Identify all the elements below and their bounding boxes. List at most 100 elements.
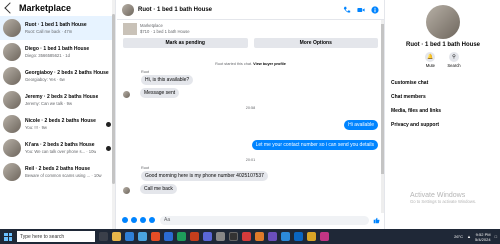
listing-thumbnail [3, 163, 21, 181]
conversation-preview: You: !!! · 9w [25, 124, 47, 130]
app-icon[interactable] [242, 232, 251, 241]
teams-icon[interactable] [203, 232, 212, 241]
conversation-name: Nicole · 2 beds 2 baths House [25, 117, 96, 124]
taskbar: Type here to search 26°C ▲ 9:52 PM 5/4/2… [0, 229, 500, 244]
left-header: Marketplace [0, 0, 115, 16]
watermark-subtitle: Go to Settings to activate Windows. [410, 199, 477, 204]
task-view-icon[interactable] [99, 232, 108, 241]
search-button[interactable]: ⚲ Search [447, 52, 461, 68]
message-input[interactable]: Aa [160, 215, 369, 225]
chat-members-item[interactable]: Chat members [386, 90, 500, 104]
listing-thumbnail [3, 115, 21, 133]
video-icon[interactable] [357, 6, 365, 14]
chrome-icon[interactable] [151, 232, 160, 241]
conversation-item[interactable]: Georgiaboy · 2 beds 2 baths House Georgi… [0, 64, 115, 88]
app-icon[interactable] [320, 232, 329, 241]
conversation-item[interactable]: Reil · 2 beds 2 baths House Beware of co… [0, 160, 115, 184]
app-icon[interactable] [281, 232, 290, 241]
details-title: Ruot · 1 bed 1 bath House [405, 42, 480, 48]
info-icon[interactable] [371, 5, 379, 14]
incoming-message: Message sent [140, 88, 180, 98]
conversation-item[interactable]: Ki'ara · 2 beds 2 baths House You: We ca… [0, 136, 115, 160]
more-options-button[interactable]: More Options [253, 38, 378, 48]
conversation-name: Ruot · 1 bed 1 bath House [25, 21, 87, 28]
chat-started-text: Ruot started this chat. [215, 62, 253, 66]
app-icon[interactable] [268, 232, 277, 241]
conversation-preview: Ruot: Call me back · 47m [25, 28, 73, 34]
search-label: Search [447, 63, 461, 68]
search-icon: ⚲ [449, 52, 459, 62]
outgoing-message: Let me your contact number so i can send… [251, 140, 378, 150]
app-icon[interactable] [229, 232, 238, 241]
conversation-item[interactable]: Ruot · 1 bed 1 bath House Ruot: Call me … [0, 16, 115, 40]
media-files-links-item[interactable]: Media, files and links [386, 104, 500, 118]
incoming-message: Good morning here is my phone number 402… [141, 171, 268, 181]
chat-panel: Ruot · 1 bed 1 bath House Marketplace $7… [117, 0, 385, 229]
chat-header: Ruot · 1 bed 1 bath House [117, 0, 384, 20]
conversation-item[interactable]: Diego · 1 bed 1 bath House Diego: 356658… [0, 40, 115, 64]
view-buyer-profile-link[interactable]: View buyer profile [253, 62, 286, 66]
customise-chat-item[interactable]: Customise chat [386, 76, 500, 90]
listing-thumbnail [3, 91, 21, 109]
conversation-preview: Beware of common scams using ... · 10w [25, 172, 102, 178]
phone-icon[interactable] [343, 6, 351, 14]
app-icon[interactable] [255, 232, 264, 241]
listing-thumbnail [3, 139, 21, 157]
conversation-preview: Georgiaboy: Yes · 6w [25, 76, 65, 82]
listing-summary[interactable]: Marketplace $710 · 1 bed 1 bath House [117, 20, 384, 38]
clock[interactable]: 9:52 PM 5/4/2024 [475, 232, 491, 242]
clock-time: 9:52 PM [475, 231, 491, 237]
app-icon[interactable] [216, 232, 225, 241]
app-icon[interactable] [307, 232, 316, 241]
watermark-title: Activate Windows [410, 192, 466, 199]
taskbar-search-text: Type here to search [20, 233, 65, 240]
listing-thumbnail [3, 43, 21, 61]
conversation-name: Ki'ara · 2 beds 2 baths House [25, 141, 95, 148]
mute-label: Mute [425, 63, 436, 68]
chat-scrollbar-thumb[interactable] [381, 24, 384, 174]
image-icon[interactable] [131, 217, 137, 223]
unread-avatar-icon [106, 146, 111, 151]
list-scrollbar-thumb[interactable] [112, 14, 115, 184]
listing-thumbnail [3, 67, 21, 85]
sticker-icon[interactable] [140, 217, 146, 223]
message-composer: Aa [117, 213, 385, 227]
outgoing-message: Hi available [344, 120, 378, 130]
tray-arrow-icon[interactable]: ▲ [467, 234, 471, 239]
notification-icon[interactable]: □ [495, 234, 497, 239]
powerpoint-icon[interactable] [190, 232, 199, 241]
incoming-message: Call me back [140, 184, 177, 194]
taskbar-search-input[interactable]: Type here to search [17, 231, 95, 242]
back-arrow-icon[interactable] [4, 2, 16, 14]
listing-photo[interactable] [426, 5, 460, 39]
mark-as-pending-button[interactable]: Mark as pending [123, 38, 248, 48]
listing-thumbnail [3, 19, 21, 37]
weather-temp[interactable]: 26°C [454, 234, 463, 239]
conversation-list-panel: Marketplace Ruot · 1 bed 1 bath House Ru… [0, 0, 116, 229]
conversation-name: Reil · 2 beds 2 baths House [25, 165, 91, 172]
privacy-support-item[interactable]: Privacy and support [386, 118, 500, 132]
store-icon[interactable] [138, 232, 147, 241]
plus-icon[interactable] [122, 217, 128, 223]
conversation-name: Diego · 1 bed 1 bath House [25, 45, 90, 52]
message-timestamp: 20:58 [245, 106, 256, 110]
conversation-item[interactable]: Jeremy · 2 beds 2 baths House Jeremy: Ca… [0, 88, 115, 112]
gif-icon[interactable] [149, 217, 155, 223]
chat-title[interactable]: Ruot · 1 bed 1 bath House [138, 7, 337, 13]
excel-icon[interactable] [177, 232, 186, 241]
activate-windows-watermark: Activate Windows Go to Settings to activ… [410, 192, 476, 204]
conversation-name: Jeremy · 2 beds 2 baths House [25, 93, 99, 100]
listing-thumbnail [123, 23, 137, 35]
app-icon[interactable] [294, 232, 303, 241]
chat-avatar[interactable] [122, 3, 134, 16]
conversation-item[interactable]: Nicole · 2 beds 2 baths House You: !!! ·… [0, 112, 115, 136]
like-icon[interactable] [373, 217, 380, 224]
word-icon[interactable] [164, 232, 173, 241]
unread-avatar-icon [106, 122, 111, 127]
conversation-preview: Diego: 3566585621 · 1d [25, 52, 70, 58]
edge-icon[interactable] [125, 232, 134, 241]
windows-start-icon[interactable] [4, 232, 12, 241]
conversation-preview: Jeremy: Can we talk · 9w [25, 100, 73, 106]
file-explorer-icon[interactable] [112, 232, 121, 241]
mute-button[interactable]: 🔔 Mute [425, 52, 436, 68]
